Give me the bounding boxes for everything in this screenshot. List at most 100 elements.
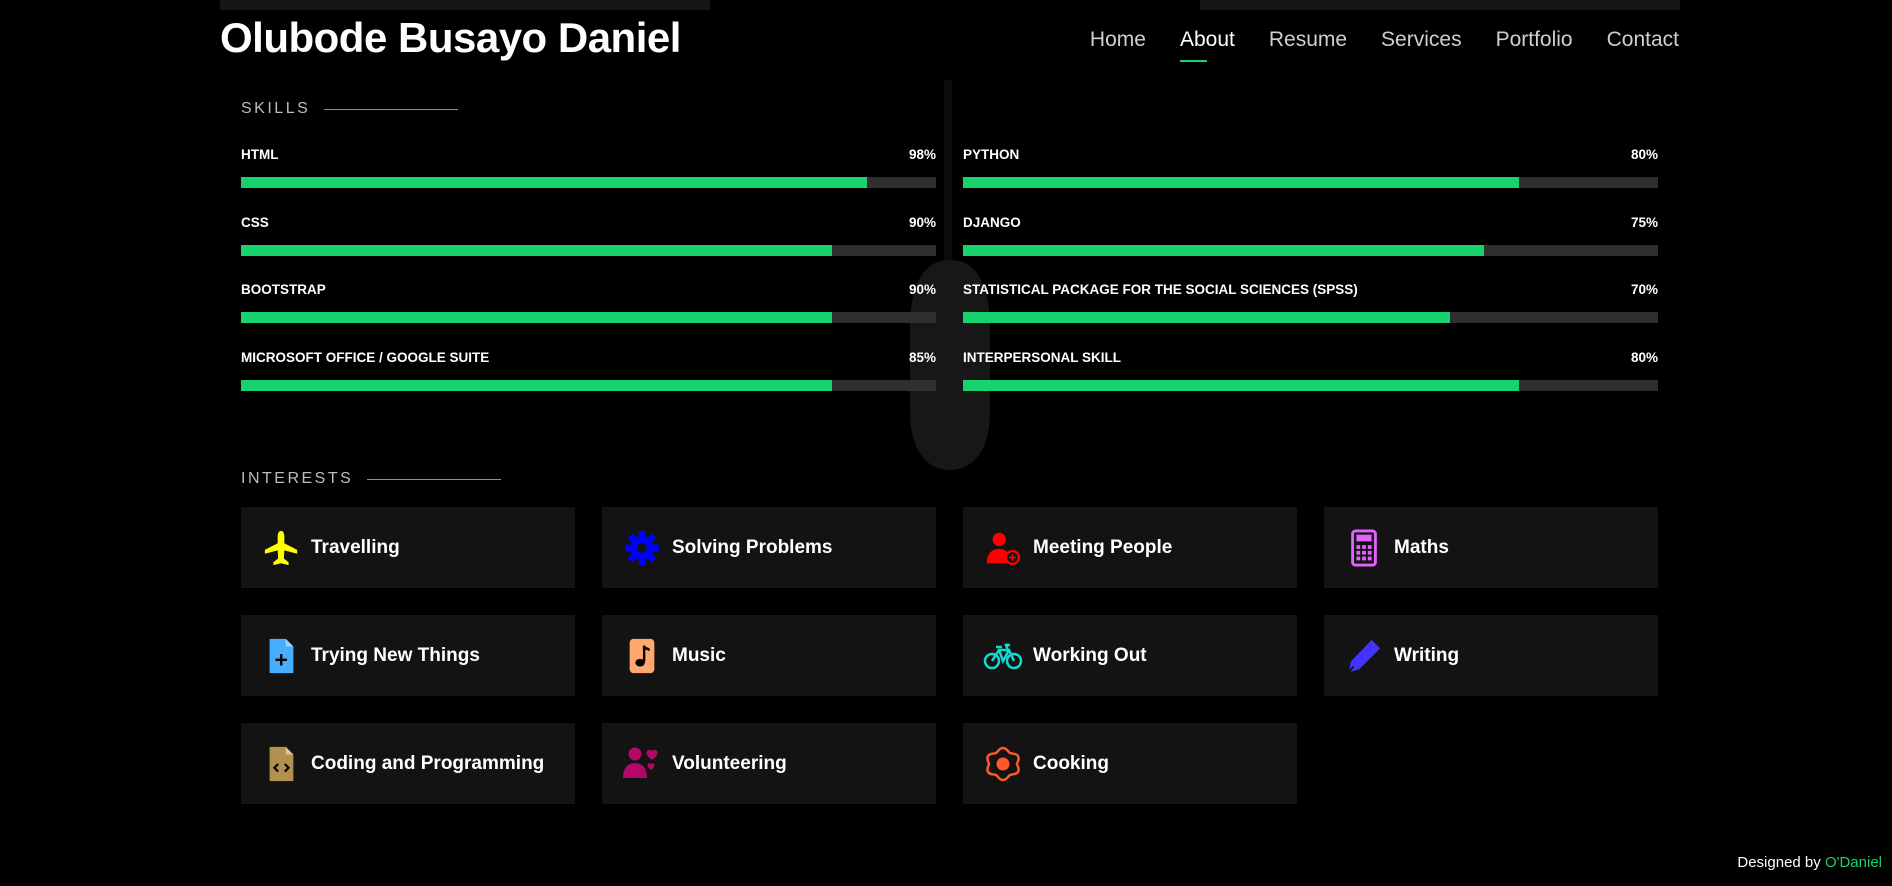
skill-percent: 80% — [1630, 349, 1658, 365]
skill-progress-fill — [963, 244, 1485, 256]
skill-name: INTERPERSONAL SKILL — [963, 349, 1122, 365]
skills-title: SKILLS — [241, 100, 311, 117]
interest-card[interactable]: Trying New Things — [241, 615, 575, 696]
footer-credit: Designed by O'Daniel — [1737, 854, 1882, 871]
faded-stats-strip — [220, 0, 1680, 10]
calculator-icon — [1344, 528, 1384, 568]
skill-header: MICROSOFT OFFICE / GOOGLE SUITE 85% — [241, 350, 936, 380]
skill-name: HTML — [241, 147, 279, 162]
main-nav: Home About Resume Services Portfolio Con… — [1090, 28, 1679, 62]
skill-percent: 85% — [908, 349, 936, 365]
skill-name: BOOTSTRAP — [241, 282, 326, 297]
interests-title-underline — [367, 478, 502, 480]
skill-name: CSS — [241, 214, 269, 230]
interest-card[interactable]: Meeting People — [963, 507, 1297, 588]
skill-percent: 80% — [1630, 147, 1658, 162]
gear-icon — [622, 528, 662, 568]
file-plus-icon — [261, 636, 301, 676]
nav-portfolio[interactable]: Portfolio — [1496, 28, 1573, 52]
credit-prefix: Designed by — [1737, 854, 1825, 871]
music-file-icon — [622, 636, 662, 676]
interest-card[interactable]: Travelling — [241, 507, 575, 588]
skills-column-left: HTML 98% CSS 90% BOOTSTRAP 90% MICROSOFT OFFIC… — [241, 147, 936, 417]
skill-progress-fill — [963, 379, 1519, 391]
interest-label: Travelling — [311, 536, 400, 558]
skill-percent: 75% — [1630, 214, 1658, 230]
interest-card[interactable]: Writing — [1324, 615, 1658, 696]
skill-item: INTERPERSONAL SKILL 80% — [963, 350, 1658, 418]
interest-label: Meeting People — [1033, 536, 1173, 558]
interests-title: INTERESTS — [241, 470, 354, 487]
skill-percent: 70% — [1630, 282, 1658, 297]
skill-item: MICROSOFT OFFICE / GOOGLE SUITE 85% — [241, 350, 936, 418]
code-file-icon — [261, 744, 301, 784]
skill-name: PYTHON — [963, 147, 1020, 162]
skill-item: DJANGO 75% — [963, 215, 1658, 283]
skill-header: BOOTSTRAP 90% — [241, 282, 936, 312]
skill-progress-fill — [963, 177, 1519, 188]
interest-card[interactable]: Cooking — [963, 723, 1297, 804]
interest-label: Solving Problems — [672, 536, 833, 558]
interest-card[interactable]: Solving Problems — [602, 507, 936, 588]
nav-contact[interactable]: Contact — [1607, 28, 1679, 52]
credit-author-link[interactable]: O'Daniel — [1825, 854, 1882, 871]
skill-progress-fill — [241, 244, 832, 256]
skill-header: INTERPERSONAL SKILL 80% — [963, 350, 1658, 380]
interest-label: Trying New Things — [311, 644, 480, 666]
skill-percent: 90% — [908, 214, 936, 230]
pen-icon — [1344, 636, 1384, 676]
interest-label: Volunteering — [672, 752, 787, 774]
volunteer-icon — [622, 744, 662, 784]
skill-progress-track — [241, 379, 936, 391]
skills-title-underline — [324, 108, 459, 110]
user-plus-icon — [983, 528, 1023, 568]
skill-header: STATISTICAL PACKAGE FOR THE SOCIAL SCIEN… — [963, 282, 1658, 312]
interest-card[interactable]: Coding and Programming — [241, 723, 575, 804]
skill-item: PYTHON 80% — [963, 147, 1658, 215]
interests-grid: Travelling Solving Problems Meeting People… — [241, 507, 1659, 804]
interest-card[interactable]: Volunteering — [602, 723, 936, 804]
skill-progress-track — [963, 379, 1658, 391]
skill-percent: 98% — [908, 147, 936, 162]
skill-progress-track — [963, 312, 1658, 323]
skills-grid: HTML 98% CSS 90% BOOTSTRAP 90% MICROSOFT OFFIC… — [241, 147, 1659, 417]
site-brand[interactable]: Olubode Busayo Daniel — [220, 14, 681, 62]
nav-home[interactable]: Home — [1090, 28, 1146, 52]
skills-heading: SKILLS — [241, 100, 459, 118]
skill-progress-track — [241, 244, 936, 256]
interests-heading: INTERESTS — [241, 470, 502, 488]
nav-services[interactable]: Services — [1381, 28, 1462, 52]
interest-label: Music — [672, 644, 726, 666]
skill-progress-track — [241, 312, 936, 323]
skill-header: DJANGO 75% — [963, 215, 1658, 245]
interest-label: Coding and Programming — [311, 752, 545, 774]
skill-progress-track — [963, 244, 1658, 256]
flower-icon — [983, 744, 1023, 784]
plane-icon — [261, 528, 301, 568]
skill-header: HTML 98% — [241, 147, 936, 177]
interest-label: Maths — [1394, 536, 1449, 558]
skill-name: DJANGO — [963, 214, 1021, 230]
skill-item: HTML 98% — [241, 147, 936, 215]
skill-item: CSS 90% — [241, 215, 936, 283]
skill-item: BOOTSTRAP 90% — [241, 282, 936, 350]
skill-name: STATISTICAL PACKAGE FOR THE SOCIAL SCIEN… — [963, 282, 1358, 297]
nav-about[interactable]: About — [1179, 28, 1235, 62]
skill-progress-fill — [241, 177, 867, 188]
skill-progress-fill — [241, 312, 832, 323]
interest-label: Writing — [1394, 644, 1460, 666]
skill-percent: 90% — [908, 282, 936, 297]
interest-card[interactable]: Music — [602, 615, 936, 696]
skill-progress-fill — [241, 379, 832, 391]
bicycle-icon — [983, 636, 1023, 676]
interest-label: Cooking — [1033, 752, 1109, 774]
skill-header: CSS 90% — [241, 215, 936, 245]
skill-name: MICROSOFT OFFICE / GOOGLE SUITE — [241, 349, 490, 365]
skill-item: STATISTICAL PACKAGE FOR THE SOCIAL SCIEN… — [963, 282, 1658, 350]
skill-header: PYTHON 80% — [963, 147, 1658, 177]
skill-progress-track — [241, 177, 936, 188]
interest-card[interactable]: Maths — [1324, 507, 1658, 588]
nav-resume[interactable]: Resume — [1269, 28, 1347, 52]
interest-label: Working Out — [1033, 644, 1147, 666]
interest-card[interactable]: Working Out — [963, 615, 1297, 696]
